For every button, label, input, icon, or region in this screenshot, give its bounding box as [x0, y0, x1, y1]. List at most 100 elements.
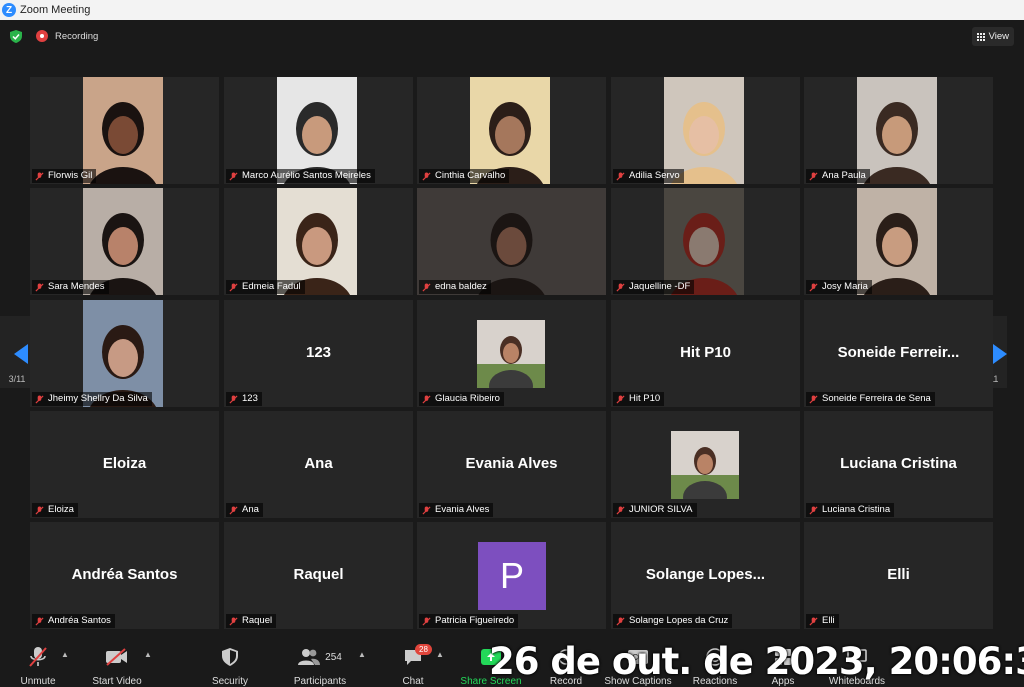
- mic-muted-icon: [35, 395, 44, 404]
- record-icon: [36, 30, 48, 42]
- participant-display-name: Eloiza: [102, 455, 147, 472]
- mic-muted-icon: [422, 617, 431, 626]
- participant-tile[interactable]: Cinthia Carvalho: [417, 77, 606, 184]
- recording-indicator[interactable]: Recording: [36, 30, 98, 42]
- participant-tile[interactable]: edna baldez: [417, 188, 606, 295]
- participant-name-label: Jaquelline -DF: [613, 280, 695, 294]
- participant-name-text: Hit P10: [629, 393, 661, 404]
- participant-name-text: Solange Lopes da Cruz: [629, 615, 729, 626]
- participant-tile[interactable]: Jaquelline -DF: [611, 188, 800, 295]
- participant-name-label: Florwis Gil: [32, 169, 97, 183]
- unmute-button[interactable]: Unmute: [14, 646, 62, 687]
- participant-tile[interactable]: Josy Maria: [804, 188, 993, 295]
- security-shield-icon: [206, 646, 254, 668]
- participants-button[interactable]: 254 Participants: [290, 646, 350, 687]
- participant-name-text: JUNIOR SILVA: [629, 504, 693, 515]
- participant-tile[interactable]: Soneide Ferreir... Soneide Ferreira de Se…: [804, 300, 993, 407]
- profile-photo: [477, 320, 545, 388]
- participant-name-text: Evania Alves: [435, 504, 490, 515]
- participant-name-text: Ana Paula: [822, 170, 866, 181]
- participant-name-label: Elli: [806, 614, 839, 628]
- participant-name-text: Elli: [822, 615, 835, 626]
- participant-name-label: Hit P10: [613, 392, 665, 406]
- audio-options-caret[interactable]: ▲: [61, 650, 69, 659]
- participant-video: [470, 77, 550, 184]
- participant-name-text: Adilia Servo: [629, 170, 680, 181]
- participant-tile[interactable]: Solange Lopes... Solange Lopes da Cruz: [611, 522, 800, 629]
- window-title: Zoom Meeting: [20, 4, 91, 16]
- participant-tile[interactable]: 123 123: [224, 300, 413, 407]
- participant-tile[interactable]: Andréa Santos Andréa Santos: [30, 522, 219, 629]
- participant-tile[interactable]: Edmeia Fadul: [224, 188, 413, 295]
- mic-muted-icon: [229, 506, 238, 515]
- participant-name-label: JUNIOR SILVA: [613, 503, 697, 517]
- view-button[interactable]: View: [971, 27, 1014, 46]
- participant-tile[interactable]: Florwis Gil: [30, 77, 219, 184]
- participants-label: Participants: [293, 676, 347, 687]
- participant-tile[interactable]: Raquel Raquel: [224, 522, 413, 629]
- chat-options-caret[interactable]: ▲: [436, 650, 444, 659]
- participant-tile[interactable]: Ana Paula: [804, 77, 993, 184]
- video-off-icon: [88, 646, 146, 668]
- participant-name-label: Marco Aurélio Santos Meireles: [226, 169, 375, 183]
- participant-tile[interactable]: Jheimy Shellry Da Silva: [30, 300, 219, 407]
- participant-tile[interactable]: Hit P10 Hit P10: [611, 300, 800, 407]
- participant-name-text: Patricia Figueiredo: [435, 615, 515, 626]
- participant-tile[interactable]: Marco Aurélio Santos Meireles: [224, 77, 413, 184]
- participant-video: [83, 77, 163, 184]
- participant-video: [83, 188, 163, 295]
- mic-muted-icon: [422, 506, 431, 515]
- participant-name-label: Glaucia Ribeiro: [419, 392, 504, 406]
- participant-name-label: Ana: [226, 503, 263, 517]
- participant-name-text: edna baldez: [435, 281, 487, 292]
- participant-video: [857, 188, 937, 295]
- mic-muted-icon: [616, 617, 625, 626]
- participant-tile[interactable]: P Patricia Figueiredo: [417, 522, 606, 629]
- mic-muted-icon: [229, 283, 238, 292]
- participant-display-name: Solange Lopes...: [645, 566, 766, 583]
- video-options-caret[interactable]: ▲: [144, 650, 152, 659]
- participant-video: [664, 77, 744, 184]
- participant-tile[interactable]: Ana Ana: [224, 411, 413, 518]
- participants-options-caret[interactable]: ▲: [358, 650, 366, 659]
- previous-page-button[interactable]: 3/11: [0, 316, 34, 388]
- mic-muted-icon: [422, 395, 431, 404]
- participant-tile[interactable]: Eloiza Eloiza: [30, 411, 219, 518]
- mic-muted-icon: [809, 283, 818, 292]
- mic-muted-icon: [616, 395, 625, 404]
- participant-video: [664, 188, 744, 295]
- unmute-label: Unmute: [20, 676, 56, 687]
- participant-tile[interactable]: JUNIOR SILVA: [611, 411, 800, 518]
- participants-icon: 254: [290, 646, 350, 668]
- mic-muted-icon: [35, 617, 44, 626]
- participant-name-label: Andréa Santos: [32, 614, 115, 628]
- participant-tile[interactable]: Glaucia Ribeiro: [417, 300, 606, 407]
- participants-count: 254: [325, 651, 342, 663]
- shield-icon[interactable]: [10, 30, 22, 43]
- participant-name-text: Josy Maria: [822, 281, 868, 292]
- participant-name-label: Adilia Servo: [613, 169, 684, 183]
- participant-tile[interactable]: Luciana Cristina Luciana Cristina: [804, 411, 993, 518]
- participant-name-text: Ana: [242, 504, 259, 515]
- participant-name-label: Soneide Ferreira de Sena: [806, 392, 935, 406]
- participant-tile[interactable]: Evania Alves Evania Alves: [417, 411, 606, 518]
- participant-tile[interactable]: Adilia Servo: [611, 77, 800, 184]
- view-label: View: [988, 31, 1009, 42]
- participant-name-label: Josy Maria: [806, 280, 872, 294]
- start-video-button[interactable]: Start Video: [88, 646, 146, 687]
- participant-display-name: Elli: [887, 566, 910, 583]
- participant-display-name: 123: [305, 344, 332, 361]
- participant-tile[interactable]: Sara Mendes: [30, 188, 219, 295]
- participant-name-text: Sara Mendes: [48, 281, 105, 292]
- participant-name-label: Sara Mendes: [32, 280, 109, 294]
- security-button[interactable]: Security: [206, 646, 254, 687]
- participant-name-label: Solange Lopes da Cruz: [613, 614, 733, 628]
- chat-label: Chat: [402, 676, 424, 687]
- mic-muted-icon: [616, 283, 625, 292]
- chat-unread-badge: 28: [415, 644, 432, 655]
- mic-muted-icon: [616, 172, 625, 181]
- avatar: P: [478, 542, 546, 610]
- participant-tile[interactable]: Elli Elli: [804, 522, 993, 629]
- chevron-left-icon: [14, 344, 28, 364]
- participant-name-label: Patricia Figueiredo: [419, 614, 519, 628]
